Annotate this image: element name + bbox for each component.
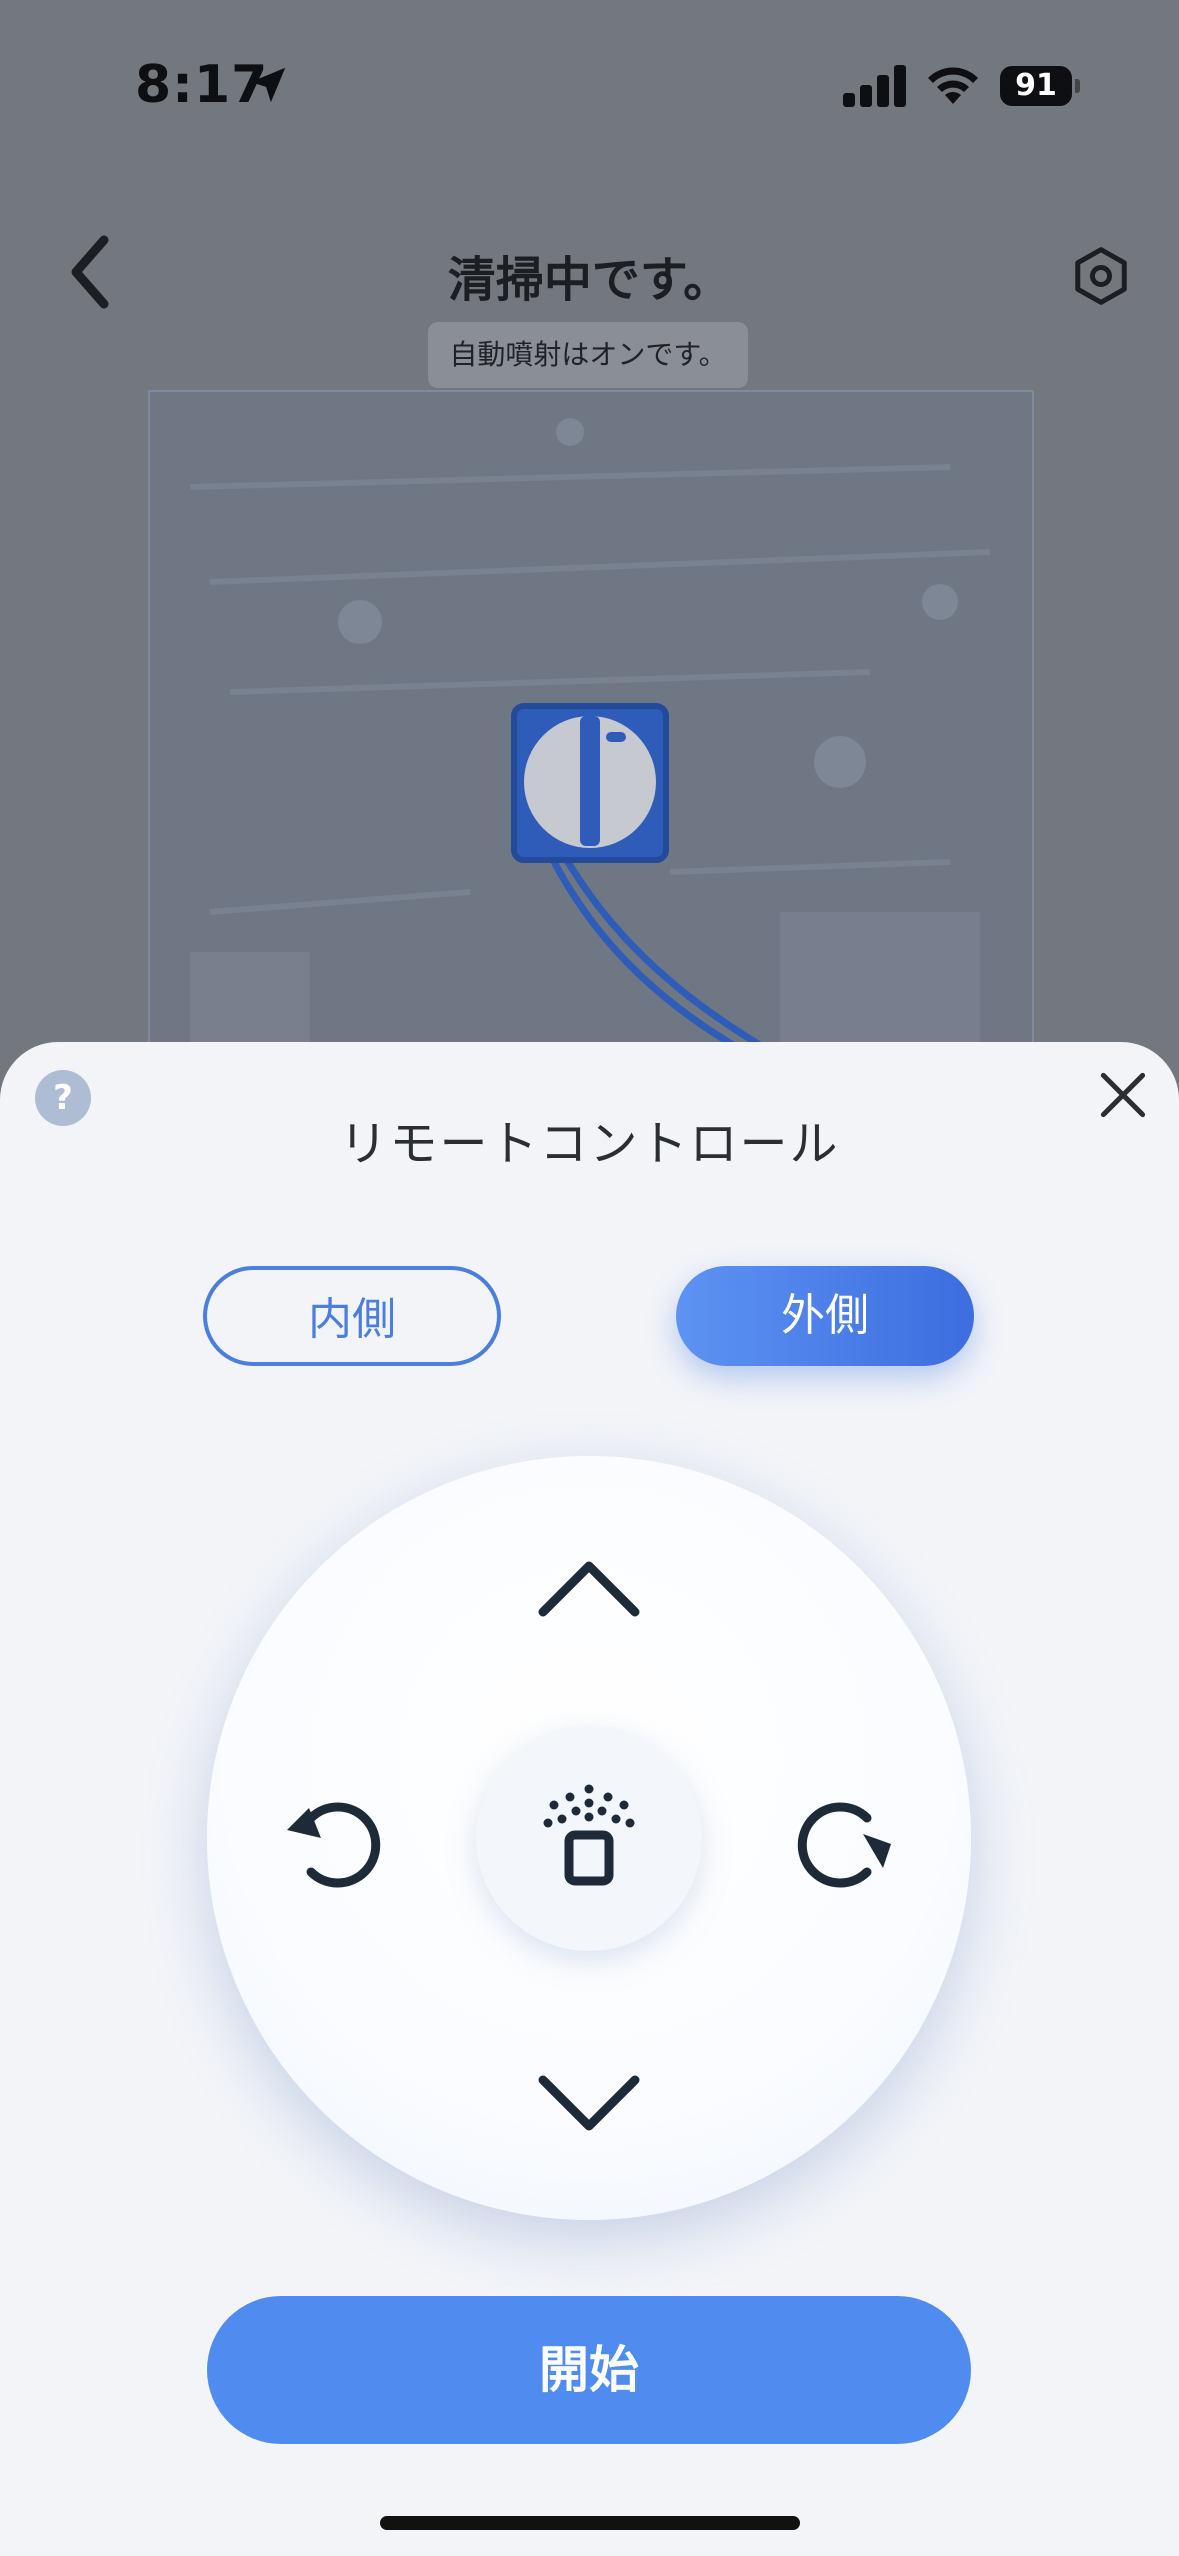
location-arrow-icon (250, 67, 286, 103)
direction-pad (207, 1456, 971, 2220)
outside-mode-button[interactable]: 外側 (676, 1266, 974, 1366)
sheet-title: リモートコントロール (339, 1116, 840, 1172)
chevron-down-icon[interactable] (529, 2066, 649, 2146)
battery-icon: 91 (1000, 66, 1080, 108)
spray-status-badge: 自動噴射はオンです。 (428, 322, 748, 388)
battery-level: 91 (1000, 66, 1072, 106)
robot-icon (511, 703, 669, 863)
battery-cap (1075, 79, 1080, 93)
settings-hex-icon[interactable] (1070, 245, 1132, 307)
spray-button[interactable] (476, 1725, 702, 1951)
window-map-area (148, 390, 1034, 1114)
remote-control-sheet: ? リモートコントロール 内側 外側 開始 (0, 1042, 1179, 2556)
page-title: 清掃中です。 (447, 252, 732, 308)
wifi-icon (928, 67, 978, 104)
background-screen: 8:17 91 清掃中です。 自動噴射はオンです。 (0, 0, 1179, 1114)
inside-mode-button[interactable]: 内側 (203, 1266, 501, 1366)
chevron-up-icon[interactable] (529, 1546, 649, 1626)
rotate-left-icon[interactable] (275, 1786, 385, 1896)
status-bar: 8:17 91 (0, 0, 1179, 170)
home-indicator[interactable] (380, 2516, 800, 2530)
rotate-right-icon[interactable] (793, 1786, 903, 1896)
spray-icon (543, 1784, 635, 1886)
signal-icon (843, 65, 906, 107)
start-button[interactable]: 開始 (207, 2296, 971, 2444)
